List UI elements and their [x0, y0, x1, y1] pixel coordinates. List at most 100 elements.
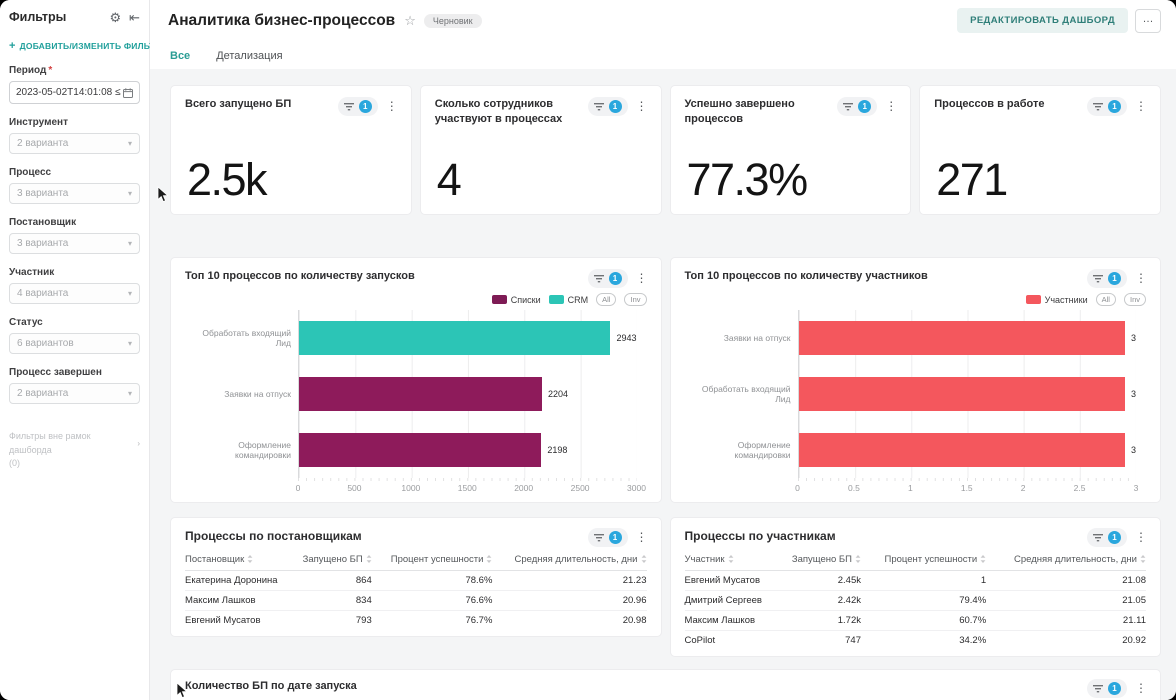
bar-value-label: 2204 [548, 389, 569, 399]
plus-icon: + [9, 40, 16, 52]
legend-item-participants[interactable]: Участники [1025, 295, 1088, 305]
table-by-initiators: Процессы по постановщикам 1 ⋮ Постановщи… [170, 517, 662, 637]
legend-item-crm[interactable]: CRM [548, 295, 588, 305]
gear-icon[interactable]: ⚙ [109, 11, 121, 24]
widget-title: Процессы по участникам [684, 529, 836, 543]
tab-all[interactable]: Все [168, 45, 193, 72]
bar-value-label: 3 [1130, 389, 1136, 399]
filter-label-process: Процесс [9, 167, 52, 178]
initiator-select[interactable]: 3 варианта ▾ [9, 233, 140, 254]
bar-participants [798, 377, 1125, 411]
more-options-button[interactable]: … [1135, 8, 1161, 33]
filter-count-badge: 1 [1108, 272, 1121, 285]
kebab-menu-icon[interactable]: ⋮ [1132, 99, 1150, 113]
kebab-menu-icon[interactable]: ⋮ [1132, 271, 1150, 285]
bar-participants [798, 321, 1125, 355]
sort-icon [728, 555, 733, 563]
edit-dashboard-button[interactable]: РЕДАКТИРОВАТЬ ДАШБОРД [957, 8, 1128, 33]
widget-filter-button[interactable]: 1 [1087, 97, 1127, 116]
calendar-icon [123, 87, 133, 98]
process-completed-select[interactable]: 2 варианта ▾ [9, 383, 140, 404]
kebab-menu-icon[interactable]: ⋮ [1132, 681, 1150, 695]
filter-icon [1093, 274, 1103, 282]
dashboard-tabs: Все Детализация [150, 37, 1176, 73]
tab-details[interactable]: Детализация [214, 45, 284, 72]
kebab-menu-icon[interactable]: ⋮ [383, 99, 401, 113]
filter-count-badge: 1 [608, 100, 622, 113]
sort-icon [247, 555, 253, 563]
kebab-menu-icon[interactable]: ⋮ [633, 271, 651, 285]
widget-title: Процессы по постановщикам [185, 529, 362, 543]
filter-label-initiator: Постановщик [9, 217, 77, 228]
filter-count-badge: 1 [1108, 531, 1121, 544]
chart-top10-launches: Топ 10 процессов по количеству запусков … [170, 257, 662, 503]
filters-panel-title: Фильтры [9, 10, 67, 24]
x-axis: 0 500 1000 1500 2000 2500 3000 [296, 478, 646, 494]
widget-filter-button[interactable]: 1 [1087, 528, 1127, 547]
filter-count-badge: 1 [1108, 100, 1121, 113]
chevron-down-icon: ▾ [127, 339, 132, 348]
kebab-menu-icon[interactable]: ⋮ [633, 530, 651, 544]
add-edit-filters-link[interactable]: + ДОБАВИТЬ/ИЗМЕНИТЬ ФИЛЬТРЫ [9, 40, 169, 52]
widget-title: Успешно завершено процессов [684, 98, 795, 125]
column-header[interactable]: Запущено БП [772, 549, 861, 571]
instrument-select[interactable]: 2 варианта ▾ [9, 133, 140, 154]
widget-filter-button[interactable]: 1 [587, 97, 628, 116]
chevron-down-icon: ▾ [127, 289, 132, 298]
filter-label-participant: Участник [9, 267, 55, 278]
column-header[interactable]: Средняя длительность, дни [492, 549, 647, 571]
column-header[interactable]: Средняя длительность, дни [986, 549, 1146, 571]
legend-swatch [491, 295, 507, 304]
legend-swatch [548, 295, 564, 304]
process-select[interactable]: 3 варианта ▾ [9, 183, 140, 204]
legend-inv-button[interactable]: Inv [1123, 293, 1146, 306]
bar-value-label: 2198 [547, 445, 568, 455]
chevron-down-icon: ▾ [127, 239, 132, 248]
kpi-row: Всего запущено БП 1 ⋮ 2.5k Сколько сотру… [170, 85, 1161, 215]
column-header[interactable]: Постановщик [185, 549, 287, 571]
column-header[interactable]: Процент успешности [861, 549, 987, 571]
charts-row: Топ 10 процессов по количеству запусков … [170, 257, 1161, 503]
legend-inv-button[interactable]: Inv [624, 293, 647, 306]
column-header[interactable]: Процент успешности [371, 549, 493, 571]
widget-filter-button[interactable]: 1 [837, 97, 878, 116]
period-date-input[interactable]: 2023-05-02T14:01:08 ≤ … [9, 81, 140, 104]
widget-filter-button[interactable]: 1 [1087, 269, 1127, 288]
legend-all-button[interactable]: All [1095, 293, 1116, 306]
sort-icon [486, 555, 492, 563]
widget-filter-button[interactable]: 1 [1087, 679, 1127, 698]
favorite-star-icon[interactable]: ☆ [404, 13, 416, 29]
filters-outside-dashboard-link[interactable]: Фильтры вне рамок дашборда › (0) [9, 430, 140, 471]
chart-legend: Списки CRM All Inv [171, 288, 661, 308]
legend-item-spiski[interactable]: Списки [491, 295, 541, 305]
filter-label-instrument: Инструмент [9, 117, 68, 128]
table-row: Екатерина Доронина 864 78.6% 21.23 [185, 570, 647, 591]
collapse-sidebar-icon[interactable]: ⇤ [129, 11, 140, 24]
filter-icon [593, 533, 604, 541]
widget-filter-button[interactable]: 1 [587, 528, 628, 547]
filter-count-badge: 1 [858, 100, 872, 113]
widget-title: Всего запущено БП [185, 98, 292, 110]
chart-top10-participants: Топ 10 процессов по количеству участнико… [669, 257, 1161, 503]
column-header[interactable]: Участник [684, 549, 773, 571]
chevron-right-icon: › [137, 438, 140, 448]
participant-select[interactable]: 4 варианта ▾ [9, 283, 140, 304]
kebab-menu-icon[interactable]: ⋮ [1132, 530, 1150, 544]
filter-label-completed: Процесс завершен [9, 367, 102, 378]
filter-icon [843, 102, 854, 110]
chevron-down-icon: ▾ [127, 139, 132, 148]
kebab-menu-icon[interactable]: ⋮ [633, 99, 651, 113]
filter-count-badge: 1 [1108, 682, 1121, 695]
kebab-menu-icon[interactable]: ⋮ [882, 99, 900, 113]
dashboard-content: Всего запущено БП 1 ⋮ 2.5k Сколько сотру… [150, 69, 1176, 700]
legend-all-button[interactable]: All [596, 293, 617, 306]
filter-icon [593, 274, 604, 282]
bar-participants [798, 433, 1125, 467]
table-row: CoPilot 747 34.2% 20.92 [684, 635, 1147, 646]
column-header[interactable]: Запущено БП [286, 549, 372, 571]
widget-filter-button[interactable]: 1 [337, 97, 378, 116]
status-select[interactable]: 6 вариантов ▾ [9, 333, 140, 354]
widget-filter-button[interactable]: 1 [587, 269, 628, 288]
filter-icon [593, 102, 604, 110]
table-row: Максим Лашков 834 76.6% 20.96 [185, 590, 647, 611]
